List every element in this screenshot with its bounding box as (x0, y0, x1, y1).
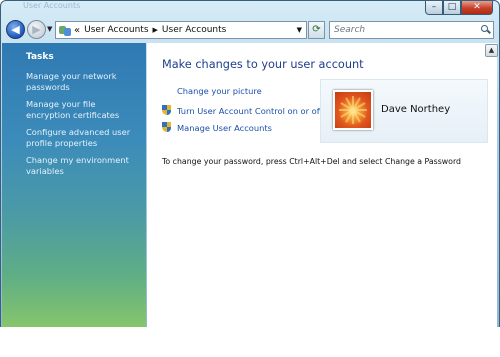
uac-shield-icon (162, 105, 171, 116)
user-name: Dave Northey (381, 104, 451, 115)
scrollbar[interactable]: ▲ (483, 43, 498, 59)
search-placeholder: Search (334, 25, 366, 35)
uac-shield-icon (162, 122, 171, 133)
minimize-button[interactable]: – (425, 1, 443, 15)
sidebar-link-encryption-certificates[interactable]: Manage your file encryption certificates (26, 99, 136, 120)
control-panel-icon (59, 25, 71, 36)
main-content: Make changes to your user account Change… (147, 43, 497, 327)
address-dropdown-icon[interactable]: ▼ (297, 26, 302, 34)
recent-pages-dropdown[interactable]: ▼ (47, 25, 52, 33)
sidebar-link-environment-variables[interactable]: Change my environment variables (26, 155, 136, 176)
breadcrumb-item-user-accounts-parent[interactable]: User Accounts (84, 25, 148, 35)
breadcrumb-separator-icon[interactable]: ▶ (153, 26, 158, 34)
avatar (333, 90, 373, 130)
maximize-button[interactable]: □ (443, 1, 461, 15)
search-input[interactable]: Search (329, 21, 494, 39)
sidebar-link-network-passwords[interactable]: Manage your network passwords (26, 71, 136, 92)
close-button[interactable]: ✕ (461, 1, 493, 15)
title-bar[interactable]: User Accounts – □ ✕ (1, 1, 499, 17)
back-button[interactable]: ◀ (6, 20, 25, 39)
breadcrumb-item-user-accounts[interactable]: User Accounts (162, 25, 226, 35)
tasks-sidebar: Tasks Manage your network passwords Mana… (2, 43, 146, 327)
page-title: Make changes to your user account (162, 58, 364, 71)
change-picture-link[interactable]: Change your picture (177, 86, 262, 96)
user-accounts-window: User Accounts – □ ✕ ◀ ▶ ▼ « User Account… (0, 0, 500, 328)
search-icon[interactable] (481, 25, 491, 34)
address-bar[interactable]: « User Accounts ▶ User Accounts ▼ (55, 21, 307, 39)
window-title: User Accounts (23, 1, 81, 10)
refresh-button[interactable]: ⟳ (308, 21, 325, 39)
manage-user-accounts-link[interactable]: Manage User Accounts (177, 123, 272, 133)
breadcrumb-overflow[interactable]: « (74, 25, 80, 36)
scroll-up-button[interactable]: ▲ (485, 44, 498, 57)
window-controls: – □ ✕ (425, 1, 493, 15)
sidebar-link-profile-properties[interactable]: Configure advanced user profile properti… (26, 127, 136, 148)
password-info-text: To change your password, press Ctrl+Alt+… (162, 157, 461, 166)
tasks-heading: Tasks (26, 52, 54, 62)
user-card: Dave Northey (320, 79, 488, 143)
toggle-uac-link[interactable]: Turn User Account Control on or off (177, 106, 322, 116)
desktop-background (0, 327, 500, 357)
navigation-bar: ◀ ▶ ▼ « User Accounts ▶ User Accounts ▼ … (1, 18, 499, 42)
forward-button[interactable]: ▶ (27, 20, 46, 39)
